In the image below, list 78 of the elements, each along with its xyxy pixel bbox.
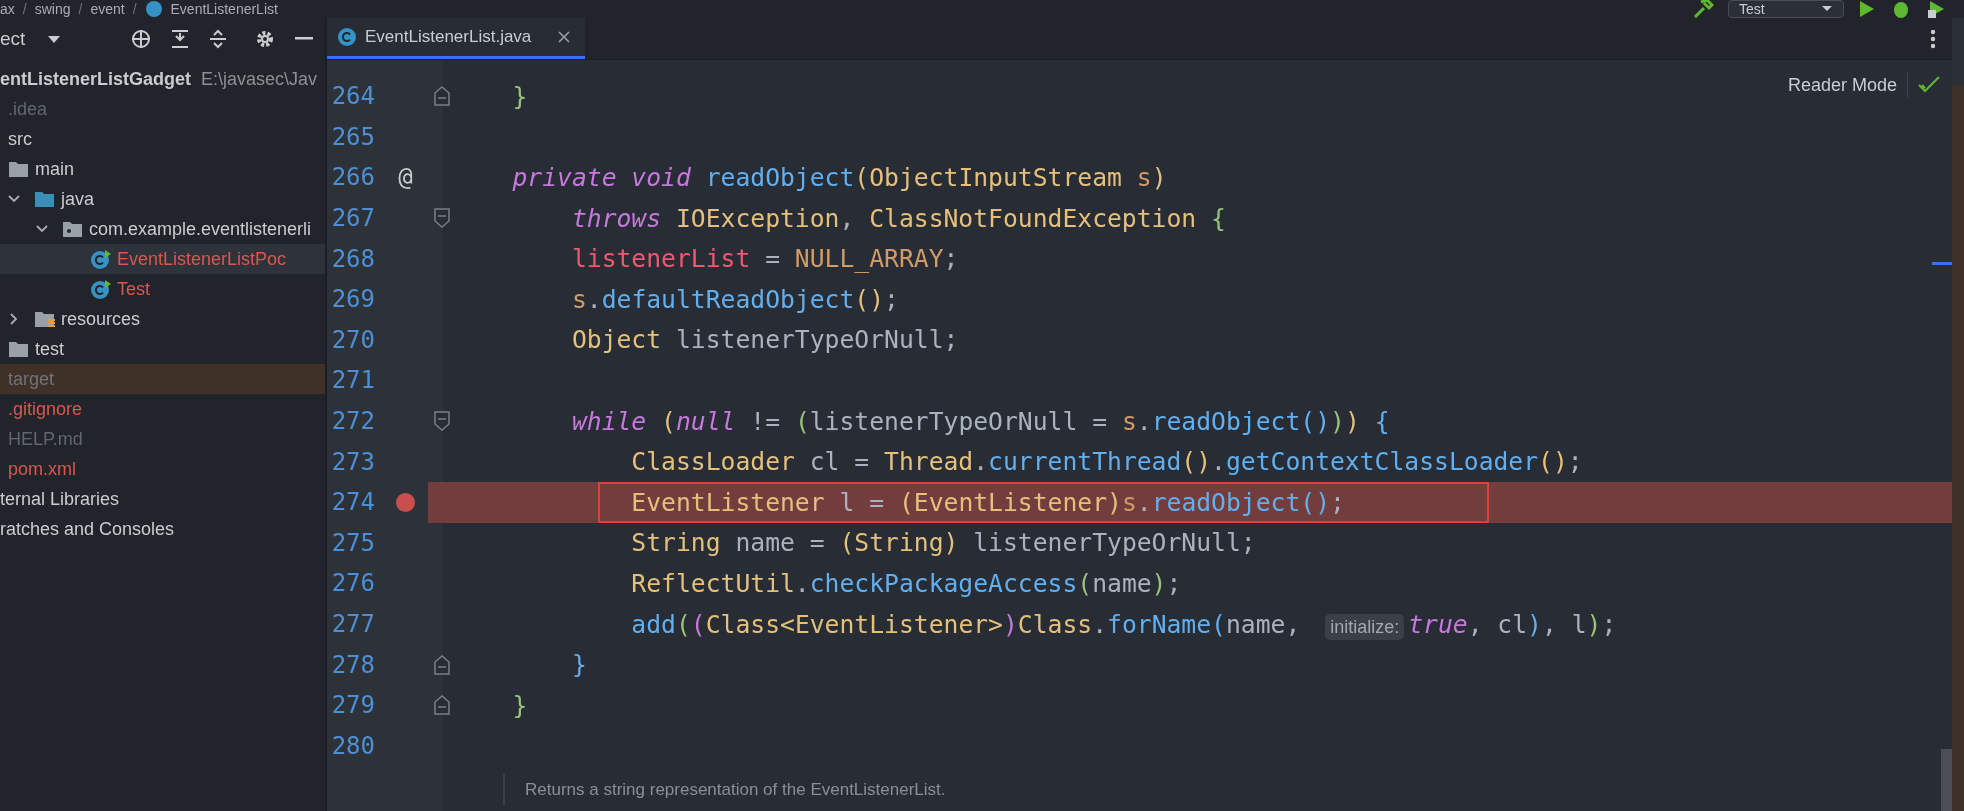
tree-item[interactable]: src [0, 124, 325, 154]
line-number: 271 [330, 366, 376, 395]
collapse-all-icon[interactable] [209, 29, 227, 49]
line-number: 267 [330, 204, 376, 233]
code-line: Object listenerTypeOrNull; [570, 325, 959, 355]
tree-item[interactable]: ternal Libraries [0, 484, 325, 514]
breadcrumb-separator: / [78, 0, 83, 18]
fold-icon[interactable] [433, 694, 451, 717]
minimize-icon[interactable] [295, 37, 313, 41]
folder-icon [34, 189, 55, 209]
code-line: s.defaultReadObject(); [570, 284, 899, 314]
breadcrumb-item[interactable]: event [90, 0, 125, 18]
code-line: } [511, 690, 528, 720]
caret-icon[interactable] [47, 34, 62, 44]
breadcrumb-separator: / [132, 0, 137, 18]
line-number: 276 [330, 569, 376, 598]
fold-icon[interactable] [433, 653, 451, 676]
tree-item[interactable]: Test [0, 274, 325, 304]
scroll-marker [1932, 262, 1952, 265]
tree-item[interactable]: java [0, 184, 325, 214]
line-number: 264 [330, 82, 376, 111]
tree-item[interactable]: entListenerListGadget E:\javasec\Jav [0, 64, 325, 94]
tree-item[interactable]: main [0, 154, 325, 184]
override-marker[interactable]: @ [398, 163, 413, 192]
breadcrumb-item[interactable]: EventListenerList [170, 0, 278, 18]
line-number: 280 [330, 731, 376, 760]
tree-item[interactable]: com.example.eventlistenerli [0, 214, 325, 244]
tree-item[interactable]: ratches and Consoles [0, 514, 325, 544]
fold-icon[interactable] [433, 85, 451, 108]
project-view-dropdown[interactable]: ect [0, 28, 62, 50]
editor-tab[interactable]: EventListenerList.java [327, 18, 585, 59]
run-configuration-dropdown[interactable]: Test [1728, 0, 1844, 18]
resources-folder-icon [34, 309, 55, 329]
crosshair-icon[interactable] [131, 29, 151, 49]
more-options-icon[interactable] [1930, 28, 1936, 49]
close-icon[interactable] [557, 30, 571, 44]
scrollbar-thumb[interactable] [1941, 749, 1952, 811]
code-line: } [511, 81, 528, 111]
tree-item[interactable]: pom.xml [0, 454, 325, 484]
line-number: 273 [330, 447, 376, 476]
line-number: 268 [330, 244, 376, 273]
code-line: EventListener l = (EventListener)s.readObject(); [630, 487, 1345, 517]
line-number: 275 [330, 528, 376, 557]
line-number: 270 [330, 325, 376, 354]
breadcrumb-item[interactable]: ax [0, 0, 15, 18]
line-number: 266 [330, 163, 376, 192]
expand-all-icon[interactable] [171, 29, 189, 49]
breadcrumb-item[interactable]: swing [34, 0, 71, 18]
check-icon[interactable] [1918, 76, 1940, 94]
code-line: String name = (String) listenerTypeOrNull; [630, 528, 1256, 558]
code-line: private void readObject(ObjectInputStream s) [511, 163, 1167, 192]
fold-icon[interactable] [433, 410, 451, 433]
line-number: 274 [330, 488, 376, 517]
breadcrumb-separator: / [22, 0, 27, 18]
line-number: 278 [330, 650, 376, 679]
line-number: 265 [330, 122, 376, 151]
hammer-icon[interactable] [1692, 0, 1714, 18]
folder-icon [8, 159, 29, 179]
settings-icon[interactable] [255, 29, 275, 49]
package-icon [62, 219, 83, 239]
reader-mode-button[interactable]: Reader Mode [1787, 74, 1897, 96]
code-line: throws IOException, ClassNotFoundException { [570, 203, 1226, 233]
code-line: add((Class<EventListener>)Class.forName(name, initialize: true, cl), l); [630, 609, 1617, 639]
code-line: while (null != (listenerTypeOrNull = s.readObject())) { [570, 406, 1390, 436]
code-line: ReflectUtil.checkPackageAccess(name); [630, 568, 1182, 598]
code-line: } [570, 650, 587, 680]
line-number: 269 [330, 285, 376, 314]
fold-icon[interactable] [433, 207, 451, 230]
code-line: listenerList = NULL_ARRAY; [570, 244, 959, 274]
line-number: 277 [330, 610, 376, 638]
tree-item[interactable]: test [0, 334, 325, 364]
tree-item[interactable]: resources [0, 304, 325, 334]
tree-item[interactable]: .gitignore [0, 394, 325, 424]
code-line: ClassLoader cl = Thread.currentThread().getContextClassLoader(); [630, 447, 1583, 477]
line-number: 272 [330, 407, 376, 436]
line-number: 279 [330, 691, 376, 720]
folder-icon [8, 339, 29, 359]
caret-icon[interactable] [1821, 5, 1833, 13]
